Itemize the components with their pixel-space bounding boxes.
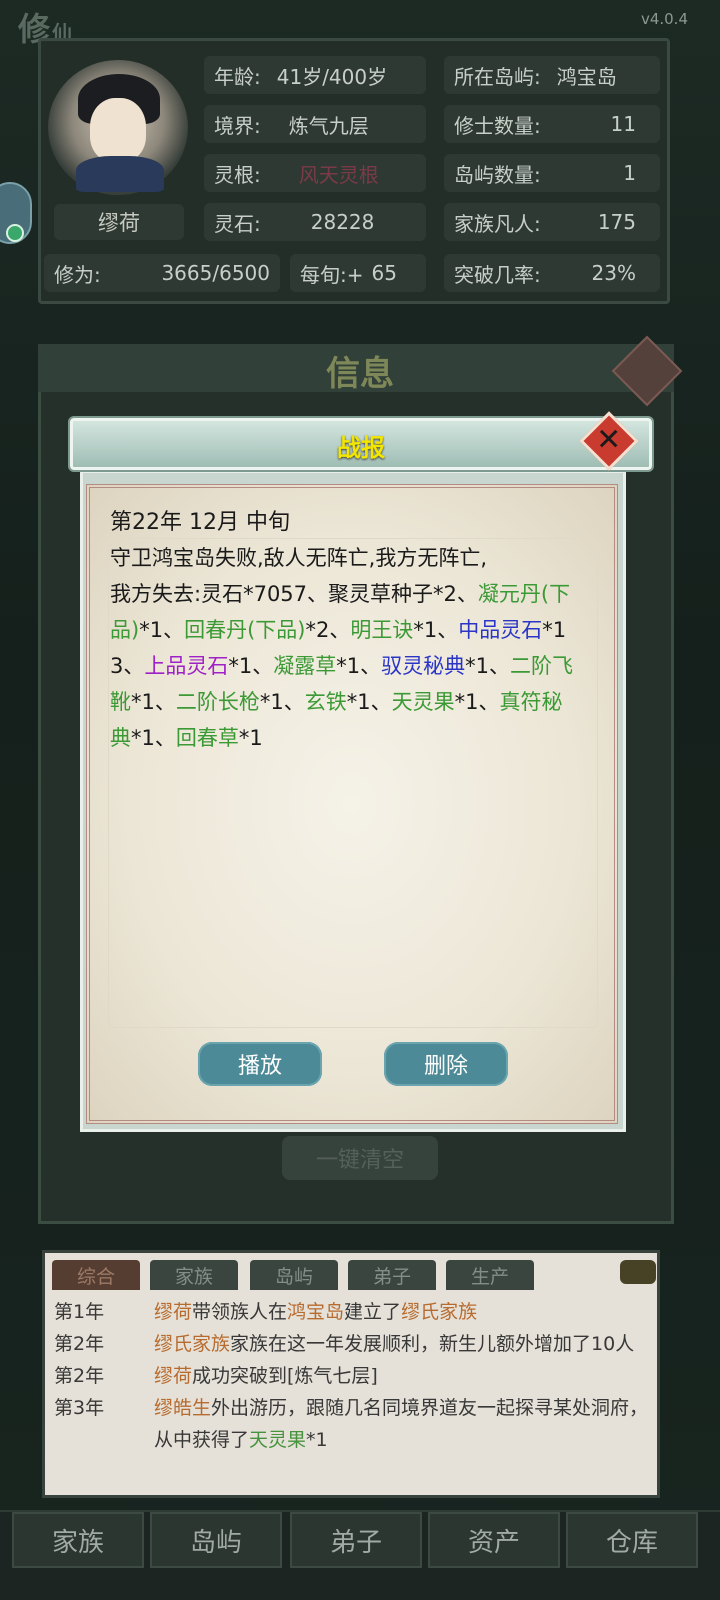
lost-item-qty: *1: [131, 726, 155, 750]
item-separator: 、: [329, 618, 351, 642]
lost-item-qty: *1: [259, 690, 284, 714]
stat-island: 所在岛屿: 鸿宝岛: [444, 56, 660, 94]
stat-realm: 境界: 炼气九层: [204, 105, 426, 143]
lost-item: 灵石: [201, 582, 244, 606]
version-label: v4.0.4: [640, 10, 688, 28]
mic-status-icon: [6, 224, 24, 242]
item-separator: 、: [123, 654, 145, 678]
lost-item-qty: *1: [139, 618, 164, 642]
nav-family[interactable]: 家族: [12, 1512, 144, 1568]
character-name: 缪荷: [54, 204, 184, 240]
lost-item: 驭灵秘典: [381, 654, 466, 678]
lost-item: 玄铁: [304, 690, 347, 714]
nav-assets[interactable]: 资产: [428, 1512, 560, 1568]
report-line: 守卫鸿宝岛失败,敌人无阵亡,我方无阵亡,: [110, 546, 488, 570]
item-separator: 、: [360, 654, 382, 678]
modal-title: 战报: [337, 434, 385, 462]
stat-mortals: 家族凡人: 175: [444, 203, 660, 241]
stat-cultivators: 修士数量: 11: [444, 105, 660, 143]
item-separator: 、: [307, 582, 329, 606]
stat-breakthrough: 突破几率: 23%: [444, 254, 660, 292]
info-panel-title: 信息: [326, 354, 394, 394]
lost-label: 我方失去:: [110, 582, 202, 606]
stat-spirit-root: 灵根: 风天灵根: [204, 154, 426, 192]
stat-islands: 岛屿数量: 1: [444, 154, 660, 192]
lost-item: 聚灵草种子: [328, 582, 434, 606]
lost-item-qty: *1: [336, 654, 361, 678]
item-separator: 、: [163, 618, 185, 642]
play-button[interactable]: 播放: [198, 1042, 322, 1086]
lost-item-qty: *1: [413, 618, 438, 642]
item-separator: 、: [437, 618, 459, 642]
lost-item-qty: *7057: [243, 582, 308, 606]
lost-item-qty: *1: [346, 690, 371, 714]
report-body: 守卫鸿宝岛失败,敌人无阵亡,我方无阵亡, 我方失去:灵石*7057、聚灵草种子*…: [110, 540, 580, 756]
item-separator: 、: [154, 690, 176, 714]
lost-item: 天灵果: [391, 690, 455, 714]
lost-item-qty: *1: [454, 690, 479, 714]
lost-items-list: 灵石*7057、聚灵草种子*2、凝元丹(下品)*1、回春丹(下品)*2、明王诀*…: [110, 582, 573, 750]
item-separator: 、: [489, 654, 510, 678]
lost-item: 凝露草: [273, 654, 337, 678]
stat-spirit-stones: 灵石: 28228: [204, 203, 426, 241]
lost-item: 中品灵石: [458, 618, 543, 642]
nav-disciples[interactable]: 弟子: [290, 1512, 422, 1568]
lost-item: 回春丹(下品): [184, 618, 306, 642]
item-separator: 、: [154, 726, 176, 750]
lost-item-qty: *2: [433, 582, 457, 606]
lost-item-qty: *1: [465, 654, 489, 678]
item-separator: 、: [252, 654, 274, 678]
clear-all-button[interactable]: 一键清空: [282, 1136, 438, 1180]
item-separator: 、: [478, 690, 500, 714]
lost-item: 二阶长枪: [175, 690, 260, 714]
stat-cultivation: 修为: 3665/6500: [44, 254, 280, 292]
lost-item-qty: *1: [131, 690, 155, 714]
lost-item-qty: *1: [228, 654, 253, 678]
lost-item: 明王诀: [350, 618, 414, 642]
item-separator: 、: [456, 582, 478, 606]
nav-warehouse[interactable]: 仓库: [566, 1512, 698, 1568]
close-icon: ✕: [596, 422, 622, 458]
lost-item: 回春草: [175, 726, 239, 750]
lost-item: 上品灵石: [144, 654, 229, 678]
report-date: 第22年 12月 中旬: [110, 510, 290, 535]
item-separator: 、: [283, 690, 305, 714]
item-separator: 、: [370, 690, 392, 714]
character-portrait-avatar[interactable]: [48, 60, 188, 195]
stat-age: 年龄: 41岁/400岁: [204, 56, 426, 94]
stat-per-xun: 每旬:+ 65: [290, 254, 426, 292]
lost-item-qty: *2: [305, 618, 330, 642]
delete-button[interactable]: 删除: [384, 1042, 508, 1086]
modal-backdrop: [42, 1250, 660, 1498]
nav-islands[interactable]: 岛屿: [150, 1512, 282, 1568]
side-character-avatar[interactable]: [0, 182, 32, 244]
lost-item-qty: *1: [238, 726, 263, 750]
